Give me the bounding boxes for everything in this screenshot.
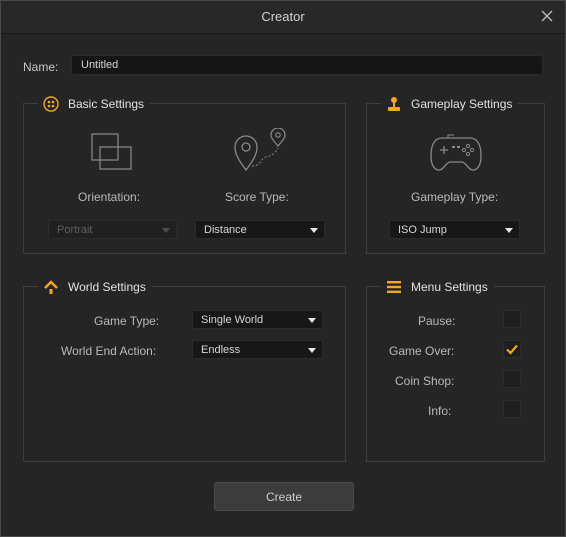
orientation-icon xyxy=(91,131,133,176)
gameplay-type-label: Gameplay Type: xyxy=(411,190,499,204)
joystick-icon xyxy=(385,95,403,113)
world-settings-title: World Settings xyxy=(68,280,146,294)
gameplay-type-value: ISO Jump xyxy=(398,224,447,236)
chevron-down-icon xyxy=(505,228,513,233)
gameplay-settings-panel: Gameplay Settings Gameplay Type: ISO Jum… xyxy=(366,94,545,254)
chevron-down-icon xyxy=(308,348,316,353)
menu-item-label: Pause: xyxy=(418,314,456,328)
name-label: Name: xyxy=(23,60,59,74)
basic-settings-header: Basic Settings xyxy=(38,94,151,114)
menu-item-label: Info: xyxy=(428,404,452,418)
menu-settings-panel: Menu Settings Pause: Game Over: Coin Sho… xyxy=(366,277,545,462)
name-input[interactable] xyxy=(71,55,543,75)
world-settings-panel: World Settings Game Type: Single World W… xyxy=(23,277,346,462)
world-end-action-value: Endless xyxy=(201,344,241,356)
create-button[interactable]: Create xyxy=(214,482,354,511)
info-checkbox[interactable] xyxy=(503,400,521,418)
score-type-select[interactable]: Distance xyxy=(195,220,325,239)
pause-checkbox[interactable] xyxy=(503,310,521,328)
gameplay-type-select[interactable]: ISO Jump xyxy=(389,220,520,239)
world-end-action-select[interactable]: Endless xyxy=(192,340,323,359)
gamepad-icon xyxy=(430,132,482,175)
menu-item-label: Coin Shop: xyxy=(395,374,455,388)
gameplay-settings-title: Gameplay Settings xyxy=(411,97,513,111)
orientation-select: Portrait xyxy=(48,220,177,239)
title-bar: Creator xyxy=(1,1,565,34)
close-icon[interactable] xyxy=(539,8,555,24)
chevron-down-icon xyxy=(308,318,316,323)
creator-window: Creator Name: Basic Settings xyxy=(0,0,566,537)
menu-item-label: Game Over: xyxy=(389,344,455,358)
menu-icon xyxy=(385,278,403,296)
location-route-icon xyxy=(232,127,288,177)
score-type-value: Distance xyxy=(204,224,247,236)
gameplay-settings-header: Gameplay Settings xyxy=(381,94,519,114)
chevron-up-icon xyxy=(42,278,60,296)
grid-dots-icon xyxy=(42,95,60,113)
window-title: Creator xyxy=(261,9,305,24)
basic-settings-title: Basic Settings xyxy=(68,97,145,111)
menu-settings-header: Menu Settings xyxy=(381,277,494,297)
basic-settings-panel: Basic Settings Orientation: Score Type: … xyxy=(23,94,346,254)
chevron-down-icon xyxy=(162,228,170,233)
chevron-down-icon xyxy=(310,228,318,233)
game-type-value: Single World xyxy=(201,314,264,326)
game-type-select[interactable]: Single World xyxy=(192,310,323,329)
coin-shop-checkbox[interactable] xyxy=(503,370,521,388)
game-over-checkbox[interactable] xyxy=(503,340,521,358)
world-settings-header: World Settings xyxy=(38,277,152,297)
checkmark-icon xyxy=(506,344,518,355)
menu-settings-title: Menu Settings xyxy=(411,280,488,294)
orientation-value: Portrait xyxy=(57,224,93,236)
world-end-action-label: World End Action: xyxy=(61,344,157,358)
orientation-label: Orientation: xyxy=(78,190,141,204)
game-type-label: Game Type: xyxy=(94,314,160,328)
score-type-label: Score Type: xyxy=(225,190,289,204)
